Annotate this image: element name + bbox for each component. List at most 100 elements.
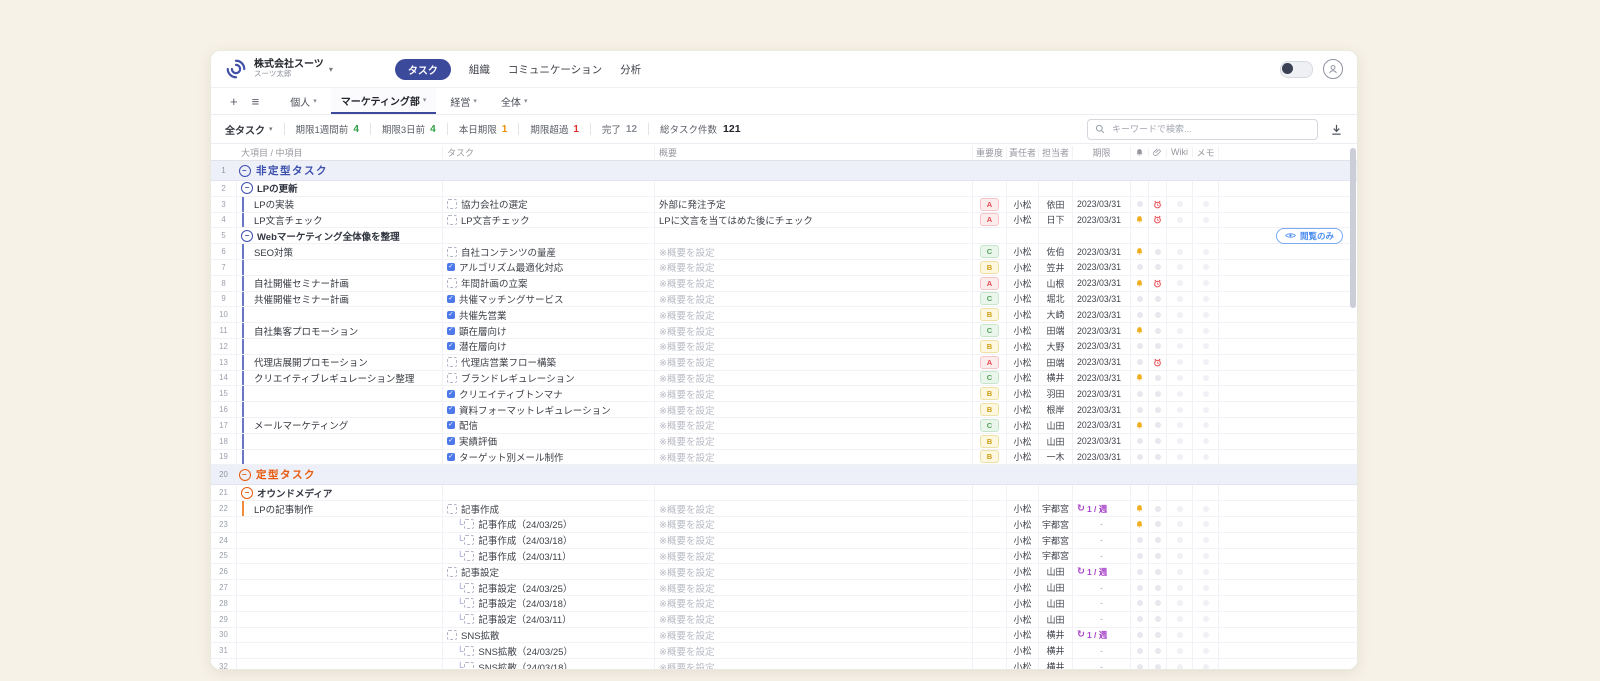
importance-cell[interactable]: A	[973, 276, 1007, 291]
manager-cell[interactable]: 小松	[1007, 244, 1039, 259]
manager-cell[interactable]: 小松	[1007, 517, 1039, 532]
memo-cell[interactable]	[1193, 517, 1219, 532]
task-checkbox[interactable]	[464, 646, 474, 656]
deadline-cell[interactable]: -	[1073, 643, 1131, 658]
overview-cell[interactable]: ※概要を設定	[655, 292, 973, 307]
tab-marketing-dept[interactable]: マーケティング部▾	[331, 88, 437, 114]
task-checkbox[interactable]: ✓	[447, 327, 455, 335]
deadline-cell[interactable]: 2023/03/31	[1073, 323, 1131, 338]
task-checkbox[interactable]	[447, 373, 457, 383]
assignee-cell[interactable]: 笠井	[1039, 260, 1073, 275]
assignee-cell[interactable]: 宇都宮	[1039, 517, 1073, 532]
memo-cell[interactable]	[1193, 402, 1219, 417]
importance-cell[interactable]: B	[973, 386, 1007, 401]
table-row[interactable]: 30SNS拡散※概要を設定小松横井↻1 / 週	[211, 628, 1357, 644]
collapse-minus-icon[interactable]: −	[241, 182, 253, 194]
importance-cell[interactable]: A	[973, 355, 1007, 370]
task-cell[interactable]: ✓配信	[443, 418, 655, 433]
task-checkbox[interactable]	[464, 583, 474, 593]
wiki-cell[interactable]	[1167, 371, 1193, 386]
clip-cell[interactable]	[1149, 549, 1167, 564]
collapse-minus-icon[interactable]: −	[241, 230, 253, 242]
bell-cell[interactable]	[1131, 643, 1149, 658]
overview-cell[interactable]: ※概要を設定	[655, 501, 973, 516]
importance-cell[interactable]: B	[973, 434, 1007, 449]
importance-cell[interactable]	[973, 580, 1007, 595]
memo-cell[interactable]	[1193, 659, 1219, 670]
task-checkbox[interactable]: ✓	[447, 437, 455, 445]
nav-tab-tasks[interactable]: タスク	[395, 59, 451, 80]
add-row-button[interactable]: +	[223, 88, 245, 114]
manager-cell[interactable]: 小松	[1007, 450, 1039, 465]
wiki-cell[interactable]	[1167, 517, 1193, 532]
memo-cell[interactable]	[1193, 307, 1219, 322]
download-icon[interactable]	[1330, 123, 1343, 136]
clip-cell[interactable]	[1149, 434, 1167, 449]
bell-cell[interactable]	[1131, 612, 1149, 627]
task-cell[interactable]: 代理店営業フロー構築	[443, 355, 655, 370]
search-box[interactable]	[1087, 119, 1318, 140]
counter-due-3days[interactable]: 期限3日前4	[382, 122, 436, 136]
assignee-cell[interactable]: 山田	[1039, 596, 1073, 611]
table-row[interactable]: 16✓資料フォーマットレギュレーション※概要を設定B小松根岸2023/03/31	[211, 402, 1357, 418]
clip-cell[interactable]	[1149, 386, 1167, 401]
overview-cell[interactable]: ※概要を設定	[655, 418, 973, 433]
wiki-cell[interactable]	[1167, 197, 1193, 212]
table-row[interactable]: 17メールマーケティング✓配信※概要を設定C小松山田2023/03/31	[211, 418, 1357, 434]
memo-cell[interactable]	[1193, 292, 1219, 307]
deadline-cell[interactable]: -	[1073, 596, 1131, 611]
assignee-cell[interactable]: 田端	[1039, 355, 1073, 370]
assignee-cell[interactable]: 佐伯	[1039, 244, 1073, 259]
manager-cell[interactable]: 小松	[1007, 659, 1039, 670]
wiki-cell[interactable]	[1167, 260, 1193, 275]
task-checkbox[interactable]	[447, 215, 457, 225]
task-cell[interactable]: └記事設定（24/03/11）	[443, 612, 655, 627]
deadline-cell[interactable]: 2023/03/31	[1073, 244, 1131, 259]
table-row[interactable]: 3LPの実装協力会社の選定外部に発注予定A小松依田2023/03/31	[211, 197, 1357, 213]
bell-cell[interactable]	[1131, 307, 1149, 322]
memo-cell[interactable]	[1193, 628, 1219, 643]
memo-cell[interactable]	[1193, 260, 1219, 275]
manager-cell[interactable]: 小松	[1007, 307, 1039, 322]
overview-cell[interactable]: ※概要を設定	[655, 549, 973, 564]
tab-management[interactable]: 経営▾	[440, 88, 487, 114]
bell-cell[interactable]	[1131, 580, 1149, 595]
bell-cell[interactable]	[1131, 501, 1149, 516]
importance-cell[interactable]	[973, 659, 1007, 670]
manager-cell[interactable]: 小松	[1007, 549, 1039, 564]
task-checkbox[interactable]	[447, 567, 457, 577]
task-cell[interactable]: ✓共催先営業	[443, 307, 655, 322]
group-row[interactable]: 5−Webマーケティング全体像を整理閲覧のみ	[211, 228, 1357, 244]
task-checkbox[interactable]: ✓	[447, 390, 455, 398]
collapse-minus-icon[interactable]: −	[241, 487, 253, 499]
table-row[interactable]: 19✓ターゲット別メール制作※概要を設定B小松一木2023/03/31	[211, 450, 1357, 466]
assignee-cell[interactable]: 横井	[1039, 371, 1073, 386]
bell-cell[interactable]	[1131, 371, 1149, 386]
clip-cell[interactable]	[1149, 244, 1167, 259]
workspace-switcher[interactable]: 株式会社スーツ スーツ太郎	[254, 59, 324, 79]
wiki-cell[interactable]	[1167, 659, 1193, 670]
manager-cell[interactable]: 小松	[1007, 580, 1039, 595]
clip-cell[interactable]	[1149, 517, 1167, 532]
assignee-cell[interactable]: 山田	[1039, 418, 1073, 433]
manager-cell[interactable]: 小松	[1007, 643, 1039, 658]
overview-cell[interactable]: ※概要を設定	[655, 596, 973, 611]
table-row[interactable]: 18✓実績評価※概要を設定B小松山田2023/03/31	[211, 434, 1357, 450]
deadline-cell[interactable]: -	[1073, 659, 1131, 670]
overview-cell[interactable]: ※概要を設定	[655, 564, 973, 579]
user-avatar[interactable]	[1323, 59, 1343, 79]
task-checkbox[interactable]	[464, 614, 474, 624]
clip-cell[interactable]	[1149, 501, 1167, 516]
assignee-cell[interactable]: 宇都宮	[1039, 501, 1073, 516]
memo-cell[interactable]	[1193, 501, 1219, 516]
importance-cell[interactable]: B	[973, 402, 1007, 417]
memo-cell[interactable]	[1193, 418, 1219, 433]
task-cell[interactable]: 自社コンテンツの量産	[443, 244, 655, 259]
task-cell[interactable]: 記事設定	[443, 564, 655, 579]
task-cell[interactable]: └記事設定（24/03/25）	[443, 580, 655, 595]
clip-cell[interactable]	[1149, 307, 1167, 322]
deadline-cell[interactable]: 2023/03/31	[1073, 402, 1131, 417]
manager-cell[interactable]: 小松	[1007, 386, 1039, 401]
clip-cell[interactable]	[1149, 628, 1167, 643]
deadline-cell[interactable]: 2023/03/31	[1073, 434, 1131, 449]
